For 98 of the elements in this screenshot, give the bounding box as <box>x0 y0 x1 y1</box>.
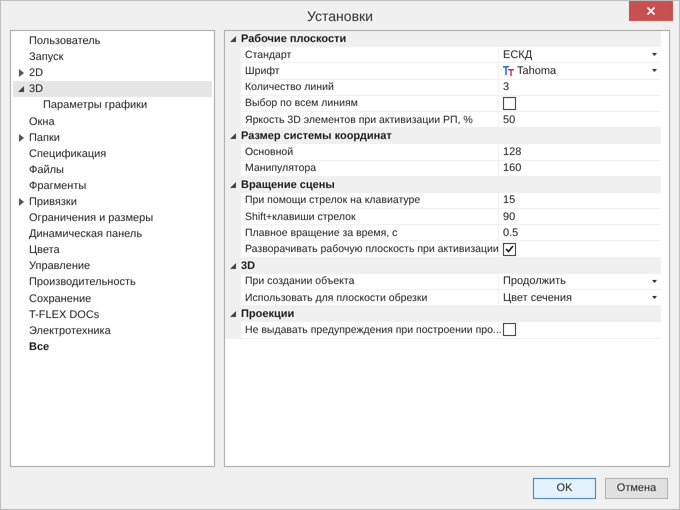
close-icon <box>646 6 656 16</box>
dialog-button[interactable]: OK <box>533 478 596 498</box>
tree-item-label: 3D <box>29 83 44 96</box>
tree-item-label: Спецификация <box>29 148 106 160</box>
dropdown-caret-icon[interactable] <box>652 280 657 283</box>
tree-item-label: Управление <box>29 260 90 272</box>
property-value[interactable]: 128 <box>503 146 522 158</box>
group-title: 3D <box>241 260 256 272</box>
close-button[interactable] <box>629 1 673 21</box>
group-header[interactable]: 3D <box>225 258 661 274</box>
tree-item[interactable]: Привязки <box>13 194 212 210</box>
tree-item[interactable]: 2D <box>13 65 212 82</box>
tree-item-label: Динамическая панель <box>29 228 142 240</box>
property-name: Основной <box>241 144 499 160</box>
group-title: Рабочие плоскости <box>241 33 346 46</box>
dropdown-caret-icon[interactable] <box>652 296 657 300</box>
checkbox[interactable] <box>503 323 516 336</box>
expanded-arrow-icon[interactable] <box>18 86 24 92</box>
property-value[interactable]: 50 <box>503 114 516 126</box>
tree-item[interactable]: Файлы <box>13 162 212 178</box>
collapsed-arrow-icon[interactable] <box>18 134 24 142</box>
tree-item-label: Фрагменты <box>29 180 86 192</box>
property-name: При создании объекта <box>241 274 499 289</box>
property-name: Выбор по всем линиям <box>241 96 499 111</box>
property-value[interactable]: 3 <box>503 81 510 94</box>
tree-item-label: Цвета <box>29 244 60 256</box>
property-value[interactable]: 90 <box>503 210 516 223</box>
collapsed-arrow-icon[interactable] <box>18 69 24 78</box>
tree-item-label: Запуск <box>29 51 64 64</box>
tree-item[interactable]: Окна <box>13 113 212 130</box>
tree-item-label: Электротехника <box>29 324 111 337</box>
tree-item[interactable]: Папки <box>13 130 212 146</box>
tree-item[interactable]: Управление <box>13 258 212 274</box>
group-title: Проекции <box>241 308 294 320</box>
checkbox[interactable] <box>503 242 516 256</box>
tree-item[interactable]: Производительность <box>13 274 212 290</box>
group-header[interactable]: Вращение сцены <box>225 176 661 193</box>
tree-item-label: Папки <box>29 132 60 144</box>
dropdown-caret-icon[interactable] <box>652 53 657 56</box>
tree-item-label: Сохранение <box>29 292 92 305</box>
tree-item[interactable]: Ограничения и размеры <box>13 210 212 226</box>
tree-item[interactable]: Динамическая панель <box>13 226 212 242</box>
dialog-button[interactable]: Отмена <box>605 478 668 498</box>
property-value[interactable]: ЕСКД <box>503 48 532 61</box>
property-value[interactable]: Цвет сечения <box>503 292 572 304</box>
tree-item-label: Пользователь <box>29 35 100 48</box>
tree-item[interactable]: Сохранение <box>13 290 212 307</box>
tree-item[interactable]: 3D <box>13 81 212 98</box>
tree-item[interactable]: Фрагменты <box>13 178 212 194</box>
tree-item[interactable]: Цвета <box>13 242 212 258</box>
checkbox[interactable] <box>503 96 516 110</box>
property-name: Количество линий <box>241 80 499 95</box>
expanded-arrow-icon[interactable] <box>230 133 236 140</box>
property-value[interactable]: Продолжить <box>503 275 566 288</box>
tree-item[interactable]: T-FLEX DOCs <box>13 306 212 323</box>
tree-item-label: Привязки <box>29 196 77 208</box>
group-header[interactable]: Рабочие плоскости <box>225 31 661 48</box>
property-name: Shift+клавиши стрелок <box>241 209 499 224</box>
property-name: Разворачивать рабочую плоскость при активизации <box>241 241 499 257</box>
property-name: При помощи стрелок на клавиатуре <box>241 192 499 208</box>
property-name: Шрифт <box>241 63 499 79</box>
property-name: Плавное вращение за время, с <box>241 225 499 240</box>
property-value[interactable]: Tahoma <box>517 64 556 77</box>
group-header[interactable]: Размер системы координат <box>225 128 661 144</box>
tree-item-label: Ограничения и размеры <box>29 212 154 224</box>
property-name: Яркость 3D элементов при активизации РП, % <box>241 112 499 128</box>
tree-item-label: Производительность <box>29 276 136 288</box>
tree-item-label: T-FLEX DOCs <box>29 308 100 321</box>
tree-item-label: Все <box>29 340 50 353</box>
dropdown-caret-icon[interactable] <box>652 69 657 72</box>
expanded-arrow-icon[interactable] <box>230 36 236 42</box>
group-header[interactable]: Проекции <box>225 306 661 322</box>
tree-item[interactable]: Спецификация <box>13 146 212 162</box>
checkmark-icon <box>505 245 514 254</box>
tree-item-label: 2D <box>29 67 44 80</box>
group-title: Размер системы координат <box>241 130 392 142</box>
window-title: Установки <box>307 8 373 24</box>
tree-item[interactable]: Запуск <box>13 49 212 66</box>
expanded-arrow-icon[interactable] <box>230 262 236 269</box>
property-name: Стандарт <box>241 47 499 62</box>
property-name: Использовать для плоскости обрезки <box>241 290 499 306</box>
property-name: Не выдавать предупреждения при построении про... <box>241 322 499 338</box>
tree-item-label: Файлы <box>29 164 64 176</box>
tree-item-label: Окна <box>29 116 55 128</box>
property-value[interactable]: 160 <box>503 162 522 174</box>
tree-item[interactable]: Все <box>13 338 212 355</box>
tree-item-label: Параметры графики <box>43 99 148 112</box>
font-icon <box>503 66 514 76</box>
expanded-arrow-icon[interactable] <box>230 182 236 188</box>
property-value[interactable]: 0.5 <box>503 226 518 239</box>
tree-item[interactable]: Параметры графики <box>13 97 212 114</box>
tree-item[interactable]: Пользователь <box>13 33 212 50</box>
property-value[interactable]: 15 <box>503 194 516 206</box>
tree-item[interactable]: Электротехника <box>13 322 212 339</box>
expanded-arrow-icon[interactable] <box>230 311 236 318</box>
group-title: Вращение сцены <box>241 178 335 191</box>
property-name: Манипулятора <box>241 160 499 176</box>
collapsed-arrow-icon[interactable] <box>18 198 24 206</box>
